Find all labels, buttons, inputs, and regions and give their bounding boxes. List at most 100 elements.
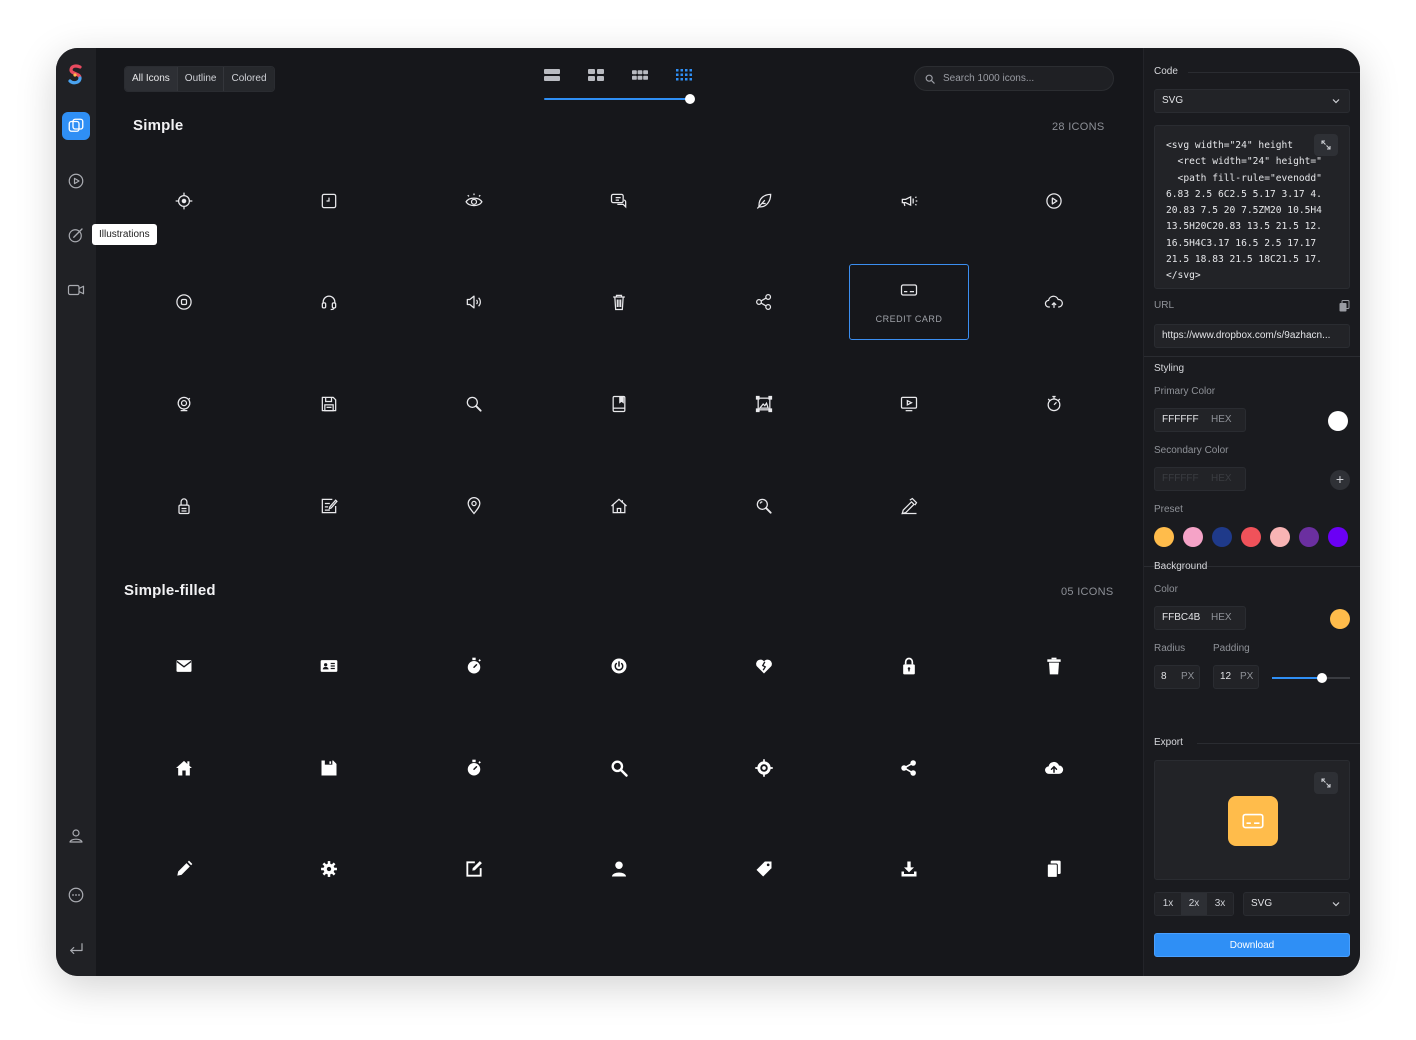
expand-icon: [1321, 140, 1331, 150]
icon-tile[interactable]: [704, 730, 824, 806]
scale-1x-button[interactable]: 1x: [1155, 893, 1181, 915]
icon-tile[interactable]: [414, 468, 534, 544]
icon-tile[interactable]: [704, 264, 824, 340]
bg-color-field[interactable]: FFBC4B HEX: [1154, 606, 1246, 630]
icon-tile[interactable]: [849, 163, 969, 239]
icon-tile[interactable]: [849, 831, 969, 907]
icon-tile[interactable]: [414, 163, 534, 239]
icon-tile[interactable]: [704, 468, 824, 544]
icon-tile-selected[interactable]: CREDIT CARD: [849, 264, 969, 340]
secondary-hex-value: FFFFFF: [1162, 473, 1199, 484]
icon-tile[interactable]: [124, 468, 244, 544]
icon-tile[interactable]: [414, 628, 534, 704]
preset-swatch[interactable]: [1270, 527, 1290, 547]
url-field[interactable]: https://www.dropbox.com/s/9azhacn...: [1154, 324, 1350, 348]
code-heading: Code: [1154, 66, 1178, 77]
icon-tile[interactable]: [994, 730, 1114, 806]
icon-tile[interactable]: [124, 264, 244, 340]
icon-tile[interactable]: [704, 366, 824, 442]
preset-swatch[interactable]: [1299, 527, 1319, 547]
icon-tile[interactable]: [269, 366, 389, 442]
primary-color-field[interactable]: FFFFFF HEX: [1154, 408, 1246, 432]
preset-swatch[interactable]: [1154, 527, 1174, 547]
bg-color-label: Color: [1154, 584, 1178, 595]
rail-icons-button[interactable]: [62, 112, 90, 140]
rail-illustrations-button[interactable]: [62, 221, 90, 249]
preview-expand-button[interactable]: [1314, 772, 1338, 794]
icon-tile[interactable]: [269, 831, 389, 907]
icon-tile[interactable]: [559, 468, 679, 544]
icon-tile[interactable]: [124, 366, 244, 442]
icon-tile[interactable]: [994, 831, 1114, 907]
icon-tile[interactable]: [269, 628, 389, 704]
padding-field[interactable]: 12 PX: [1213, 665, 1259, 689]
icon-tile[interactable]: [994, 163, 1114, 239]
icon-tile[interactable]: [849, 730, 969, 806]
icon-tile[interactable]: [704, 628, 824, 704]
icon-tile[interactable]: [849, 468, 969, 544]
rail-more-button[interactable]: [62, 881, 90, 909]
icon-tile[interactable]: [849, 628, 969, 704]
icon-tile[interactable]: [414, 264, 534, 340]
padding-slider-handle[interactable]: [1317, 673, 1327, 683]
view-medium-grid-button[interactable]: [632, 67, 648, 83]
icon-tile[interactable]: [414, 730, 534, 806]
icon-tile[interactable]: [414, 366, 534, 442]
preset-swatch[interactable]: [1183, 527, 1203, 547]
icon-tile[interactable]: [994, 628, 1114, 704]
icon-tile[interactable]: [124, 730, 244, 806]
code-line: </svg>: [1166, 270, 1201, 282]
search-input[interactable]: [943, 73, 1093, 84]
export-format-select[interactable]: SVG: [1243, 892, 1350, 916]
icon-tile[interactable]: [994, 366, 1114, 442]
icon-size-slider-handle[interactable]: [685, 94, 695, 104]
padding-slider[interactable]: [1272, 673, 1350, 683]
download-button[interactable]: Download: [1154, 933, 1350, 957]
credit-card-icon: [1242, 813, 1264, 829]
icon-tile[interactable]: [269, 264, 389, 340]
preset-swatch[interactable]: [1212, 527, 1232, 547]
icon-tile[interactable]: [559, 264, 679, 340]
view-small-grid-button[interactable]: [676, 67, 692, 83]
rail-video-button[interactable]: [62, 276, 90, 304]
view-list-button[interactable]: [544, 67, 560, 83]
icon-tile[interactable]: [559, 366, 679, 442]
icon-tile[interactable]: [704, 163, 824, 239]
icon-tile[interactable]: [559, 730, 679, 806]
primary-hex-value: FFFFFF: [1162, 414, 1199, 425]
icon-tile[interactable]: [269, 163, 389, 239]
preset-swatch[interactable]: [1328, 527, 1348, 547]
icon-tile[interactable]: [124, 831, 244, 907]
rail-animations-button[interactable]: [62, 167, 90, 195]
view-large-grid-button[interactable]: [588, 67, 604, 83]
icon-tile[interactable]: [704, 831, 824, 907]
radius-field[interactable]: 8 PX: [1154, 665, 1200, 689]
tab-all-icons[interactable]: All Icons: [125, 67, 177, 91]
icon-tile[interactable]: [849, 366, 969, 442]
icon-tile[interactable]: [124, 628, 244, 704]
secondary-color-field[interactable]: FFFFFF HEX: [1154, 467, 1246, 491]
rail-logout-button[interactable]: [62, 935, 90, 963]
icon-tile[interactable]: [559, 628, 679, 704]
tab-colored[interactable]: Colored: [224, 67, 274, 91]
add-secondary-color-button[interactable]: +: [1330, 470, 1350, 490]
icon-tile[interactable]: [559, 163, 679, 239]
scale-3x-button[interactable]: 3x: [1207, 893, 1233, 915]
tab-outline[interactable]: Outline: [177, 67, 224, 91]
rail-profile-button[interactable]: [62, 822, 90, 850]
chevron-down-icon: [1332, 99, 1340, 104]
icon-tile[interactable]: [994, 264, 1114, 340]
home-icon: [611, 498, 627, 514]
copy-icon[interactable]: [1339, 300, 1350, 312]
bg-color-swatch[interactable]: [1330, 609, 1350, 629]
primary-color-swatch[interactable]: [1328, 411, 1348, 431]
scale-2x-button[interactable]: 2x: [1181, 893, 1207, 915]
icon-tile[interactable]: [414, 831, 534, 907]
icon-size-slider[interactable]: [544, 98, 692, 100]
code-expand-button[interactable]: [1314, 134, 1338, 156]
code-format-select[interactable]: SVG: [1154, 89, 1350, 113]
icon-tile[interactable]: [269, 468, 389, 544]
icon-tile[interactable]: [269, 730, 389, 806]
preset-swatch[interactable]: [1241, 527, 1261, 547]
icon-tile[interactable]: [559, 831, 679, 907]
